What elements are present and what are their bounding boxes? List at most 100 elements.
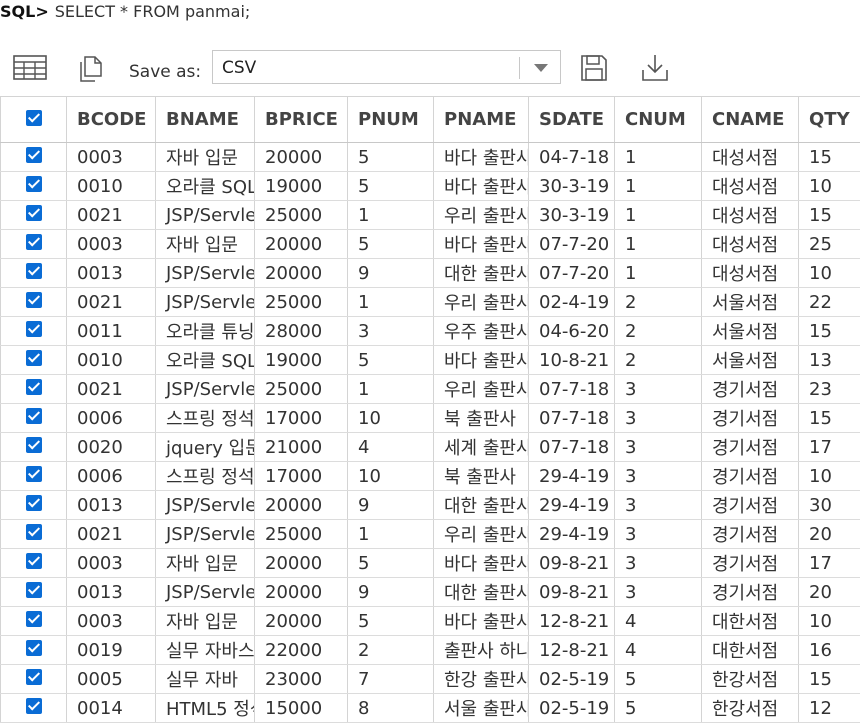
format-select[interactable]: CSV	[212, 50, 561, 84]
cell-pname: 출판사 하나	[433, 635, 529, 665]
table-row[interactable]: 0014HTML5 정석150008서울 출판사02-5-195한강서점12	[0, 693, 860, 723]
cell-bname: JSP/Servlet	[155, 490, 255, 520]
row-select-cell[interactable]	[0, 664, 67, 694]
row-checkbox[interactable]	[25, 204, 42, 221]
table-row[interactable]: 0003 자바 입문 20000 5 바다 출판사 12-8-21 4 대한서점 10	[0, 606, 860, 636]
table-row[interactable]: 0021 JSP/Servlet 25000 1 우리 출판사 07-7-18 3 경기서점 2…	[0, 374, 860, 404]
row-checkbox[interactable]	[25, 639, 42, 656]
row-select-cell[interactable]	[0, 374, 67, 404]
row-checkbox[interactable]	[25, 465, 42, 482]
row-select-cell[interactable]	[0, 229, 67, 259]
row-checkbox[interactable]	[25, 146, 42, 163]
row-checkbox[interactable]	[25, 436, 42, 453]
row-select-cell[interactable]	[0, 577, 67, 607]
column-header-cnum[interactable]: CNUM	[614, 96, 702, 143]
table-row[interactable]: 0021 JSP/Servlet 25000 1 우리 출판사 02-4-19 2 서울서점 2…	[0, 287, 860, 317]
table-row[interactable]: 0005 실무 자바 23000 7 한강 출판사 02-5-19 5 한강서점 15	[0, 664, 860, 694]
cell-cnum: 1	[614, 200, 702, 230]
table-row[interactable]: 0021 JSP/Servlet 25000 1 우리 출판사 30-3-19 1 대성서점 1…	[0, 200, 860, 230]
table-row[interactable]: 0006 스프링 정석 17000 10 북 출판사 07-7-18 3 경기서점 15	[0, 403, 860, 433]
row-select-cell[interactable]	[0, 635, 67, 665]
row-checkbox[interactable]	[25, 581, 42, 598]
row-checkbox[interactable]	[25, 291, 42, 308]
row-checkbox[interactable]	[25, 175, 42, 192]
row-select-cell[interactable]	[0, 403, 67, 433]
download-icon[interactable]	[637, 52, 673, 84]
column-header-bname[interactable]: BNAME	[155, 96, 255, 143]
cell-bcode: 0006	[66, 461, 156, 491]
row-select-cell[interactable]	[0, 461, 67, 491]
column-header-sdate[interactable]: SDATE	[528, 96, 615, 143]
column-header-cname[interactable]: CNAME	[701, 96, 799, 143]
row-select-cell[interactable]	[0, 490, 67, 520]
row-select-cell[interactable]	[0, 258, 67, 288]
table-row[interactable]: 0003 자바 입문 20000 5 바다 출판사 09-8-21 3 경기서점 17	[0, 548, 860, 578]
sql-prompt: SQL>	[0, 2, 49, 21]
select-all-checkbox[interactable]	[25, 110, 42, 126]
cell-cname: 서울서점	[701, 345, 799, 375]
cell-sdate: 07-7-18	[528, 374, 615, 404]
cell-bcode: 0006	[66, 403, 156, 433]
table-row[interactable]: 0003 자바 입문 20000 5 바다 출판사 07-7-20 1 대성서점 25	[0, 229, 860, 259]
row-select-cell[interactable]	[0, 519, 67, 549]
save-floppy-icon[interactable]	[576, 52, 612, 84]
table-row[interactable]: 0021 JSP/Servlet 25000 1 우리 출판사 29-4-19 3 경기서점 2…	[0, 519, 860, 549]
row-checkbox[interactable]	[25, 349, 42, 366]
row-checkbox[interactable]	[25, 610, 42, 627]
column-header-pnum[interactable]: PNUM	[347, 96, 434, 143]
table-row[interactable]: 0010 오라클 SQL 19000 5 바다 출판사 10-8-21 2 서울서점 13	[0, 345, 860, 375]
table-row[interactable]: 0010 오라클 SQL 19000 5 바다 출판사 30-3-19 1 대성서점 10	[0, 171, 860, 201]
cell-bcode: 0013	[66, 577, 156, 607]
column-header-bprice[interactable]: BPRICE	[254, 96, 348, 143]
row-checkbox[interactable]	[25, 320, 42, 337]
row-checkbox[interactable]	[25, 233, 42, 250]
table-row[interactable]: 0020 jquery 입문 21000 4 세계 출판사 07-7-18 3 경기서점 17	[0, 432, 860, 462]
results-grid[interactable]: BCODE BNAME BPRICE PNUM PNAME SDATE CNUM…	[0, 96, 860, 727]
row-checkbox[interactable]	[25, 262, 42, 279]
cell-bcode: 0011	[66, 316, 156, 346]
column-header-bcode[interactable]: BCODE	[66, 96, 156, 143]
sql-statement: SELECT * FROM panmai;	[54, 2, 251, 21]
cell-bname: 자바 입문	[155, 142, 255, 172]
cell-cnum: 3	[614, 490, 702, 520]
row-checkbox[interactable]	[25, 523, 42, 540]
table-row[interactable]: 0013 JSP/Servlet 20000 9 대한 출판사 09-8-21 3 경기서점 2…	[0, 577, 860, 607]
row-checkbox[interactable]	[25, 668, 42, 685]
cell-pname: 대한 출판사	[433, 258, 529, 288]
row-select-cell[interactable]	[0, 200, 67, 230]
column-header-pname[interactable]: PNAME	[433, 96, 529, 143]
row-checkbox[interactable]	[25, 494, 42, 511]
cell-cname: 경기서점	[701, 577, 799, 607]
row-select-cell[interactable]	[0, 606, 67, 636]
grid-view-icon[interactable]	[12, 52, 48, 84]
row-select-cell[interactable]	[0, 693, 67, 723]
select-all-cell[interactable]	[0, 96, 67, 143]
row-select-cell[interactable]	[0, 171, 67, 201]
table-row[interactable]: 0011 오라클 튜닝 28000 3 우주 출판사 04-6-20 2 서울서점 15	[0, 316, 860, 346]
cell-bcode: 0003	[66, 229, 156, 259]
table-row[interactable]: 0003 자바 입문 20000 5 바다 출판사 04-7-18 1 대성서점 15	[0, 142, 860, 172]
chevron-down-icon[interactable]	[534, 64, 548, 72]
row-select-cell[interactable]	[0, 548, 67, 578]
cell-pnum: 1	[347, 519, 434, 549]
cell-sdate: 29-4-19	[528, 519, 615, 549]
table-row[interactable]: 0006 스프링 정석 17000 10 북 출판사 29-4-19 3 경기서점 10	[0, 461, 860, 491]
table-row[interactable]: 0019 실무 자바스 22000 2 출판사 하나 12-8-21 4 대한서점 16	[0, 635, 860, 665]
row-select-cell[interactable]	[0, 345, 67, 375]
cell-bprice: 19000	[254, 345, 348, 375]
row-select-cell[interactable]	[0, 287, 67, 317]
row-checkbox[interactable]	[25, 407, 42, 424]
table-row[interactable]: 0013 JSP/Servlet 20000 9 대한 출판사 29-4-19 3 경기서점 3…	[0, 490, 860, 520]
row-select-cell[interactable]	[0, 432, 67, 462]
row-checkbox[interactable]	[25, 697, 42, 714]
row-checkbox[interactable]	[25, 378, 42, 395]
table-row[interactable]: 0013 JSP/Servlet 20000 9 대한 출판사 07-7-20 1 대성서점 1…	[0, 258, 860, 288]
row-select-cell[interactable]	[0, 316, 67, 346]
row-select-cell[interactable]	[0, 142, 67, 172]
column-header-qty[interactable]: QTY	[798, 96, 860, 143]
cell-cname: 경기서점	[701, 432, 799, 462]
cell-bname: 실무 자바	[155, 664, 255, 694]
copy-icon[interactable]	[73, 52, 109, 84]
row-checkbox[interactable]	[25, 552, 42, 569]
cell-bcode: 0019	[66, 635, 156, 665]
